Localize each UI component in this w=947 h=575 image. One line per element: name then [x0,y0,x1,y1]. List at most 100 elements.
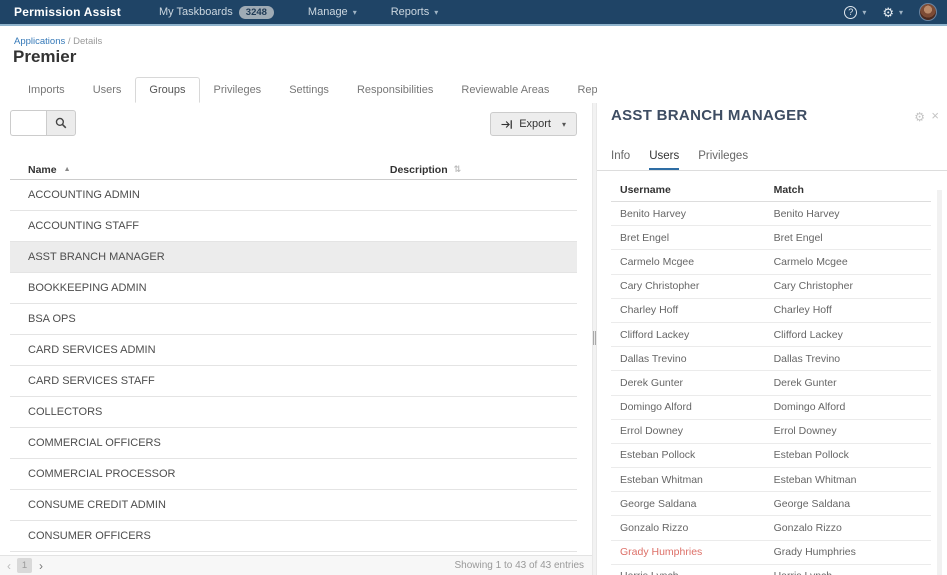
match-cell: Carmelo Mcgee [773,255,848,268]
table-row[interactable]: Clifford Lackey Clifford Lackey [611,323,931,348]
group-users-table: Username Match Benito Harvey Benito Harve… [611,179,931,575]
panel-tab-users[interactable]: Users [649,150,680,171]
top-nav-label: Manage [307,6,348,18]
search-button[interactable] [46,110,76,136]
table-row[interactable]: BSA OPS [10,304,577,335]
table-row[interactable]: CARD SERVICES ADMIN [10,335,577,366]
username-cell: Benito Harvey [620,207,686,220]
group-name-cell: CARD SERVICES ADMIN [28,344,156,356]
user-avatar[interactable] [919,3,937,21]
top-navigation-bar: Permission Assist My Taskboards 3248 Manag… [0,0,947,26]
table-row[interactable]: CARD SERVICES STAFF [10,366,577,397]
group-detail-panel: ASST BRANCH MANAGER ⚙ × Info Users Privile… [597,26,947,575]
table-row[interactable]: CONSUMER OFFICERS [10,521,577,552]
table-row[interactable]: Derek Gunter Derek Gunter [611,371,931,396]
pagination-page-1-button[interactable]: 1 [17,558,32,573]
top-nav-item-manage[interactable]: Manage ▾ [308,6,357,18]
table-row[interactable]: COLLECTORS [10,397,577,428]
help-menu-button[interactable]: ? ▾ [844,5,867,19]
brand-logo: Permission Assist [14,5,121,19]
username-cell: Harris Lynch [611,570,765,575]
table-row[interactable]: Gonzalo Rizzo Gonzalo Rizzo [611,516,931,541]
table-row[interactable]: Grady Humphries Grady Humphries [611,541,931,565]
groups-table-footer: ‹ 1 › Showing 1 to 43 of 43 entries [0,555,592,575]
table-row[interactable]: Esteban Pollock Esteban Pollock [611,444,931,469]
pagination-next-button[interactable]: › [39,559,43,573]
column-header-name[interactable]: Name ▲ [10,164,390,176]
gear-icon: ⚙ [882,4,894,20]
table-row[interactable]: BOOKKEEPING ADMIN [10,273,577,304]
chevron-down-icon: ▾ [561,119,566,129]
match-cell: Derek Gunter [773,376,837,389]
table-row[interactable]: Carmelo Mcgee Carmelo Mcgee [611,250,931,275]
table-row[interactable]: Harris LynchHarris Lynch [611,565,931,575]
table-row[interactable]: COMMERCIAL PROCESSOR [10,459,577,490]
users-table-header: Username Match [611,179,931,202]
panel-close-button[interactable]: × [931,108,939,123]
settings-menu-button[interactable]: ⚙ ▾ [882,6,903,19]
table-row[interactable]: Dallas Trevino Dallas Trevino [611,347,931,372]
top-nav-label: My Taskboards [159,6,233,18]
chevron-left-icon: ‹ [7,558,11,573]
username-cell: Clifford Lackey [620,328,690,341]
chevron-down-icon: ▾ [862,7,867,17]
chevron-down-icon: ▾ [898,7,903,17]
panel-settings-button[interactable]: ⚙ [914,110,925,124]
column-header-description[interactable]: Description ⇅ [390,164,577,176]
group-name-cell: CONSUME CREDIT ADMIN [28,499,166,511]
table-row[interactable]: Benito Harvey Benito Harvey [611,202,931,227]
table-row[interactable]: Errol Downey Errol Downey [611,420,931,444]
group-name-cell: BSA OPS [28,313,76,325]
table-row[interactable]: CONSUME CREDIT ADMIN [10,490,577,521]
match-cell: Bret Engel [773,231,823,244]
group-name-cell: BOOKKEEPING ADMIN [28,282,147,294]
panel-tab-info[interactable]: Info [611,150,630,171]
users-table-body: Benito Harvey Benito Harvey Bret Engel Bret… [611,202,931,575]
groups-table: Name ▲ Description ⇅ ACCOUNTING ADMIN ACC… [10,160,577,552]
match-cell: Harris Lynch [765,570,931,575]
match-cell: Clifford Lackey [773,328,843,341]
pagination-prev-button[interactable]: ‹ [7,559,11,573]
table-row[interactable]: ACCOUNTING STAFF [10,211,577,242]
match-cell: Dallas Trevino [773,352,841,365]
username-cell: Bret Engel [620,231,670,244]
panel-tabs-divider [597,170,947,171]
username-cell: Esteban Pollock [620,449,696,462]
panel-scrollbar[interactable] [937,190,942,575]
group-name-cell: COMMERCIAL OFFICERS [28,437,161,449]
export-button[interactable]: Export ▾ [490,112,577,136]
username-cell: Derek Gunter [620,376,684,389]
table-row[interactable]: Charley Hoff Charley Hoff [611,299,931,323]
panel-tab-privileges[interactable]: Privileges [698,150,748,171]
group-name-cell: COMMERCIAL PROCESSOR [28,468,176,480]
top-nav: My Taskboards 3248 Manage ▾ Reports ▾ [159,5,472,19]
chevron-down-icon: ▾ [352,7,357,17]
match-cell: Errol Downey [773,425,837,438]
table-row[interactable]: Esteban Whitman Esteban Whitman [611,468,931,493]
match-cell: Domingo Alford [773,401,846,414]
top-nav-item-my-taskboards[interactable]: My Taskboards 3248 [159,5,274,19]
table-row[interactable]: Domingo Alford Domingo Alford [611,396,931,420]
table-row[interactable]: Bret Engel Bret Engel [611,226,931,251]
app-window: Permission Assist My Taskboards 3248 Manag… [0,0,947,575]
match-cell: Grady Humphries [773,546,856,559]
group-name-cell: COLLECTORS [28,406,103,418]
detail-panel-title: ASST BRANCH MANAGER [611,107,808,124]
table-row[interactable]: ACCOUNTING ADMIN [10,180,577,211]
group-name-cell: ACCOUNTING ADMIN [28,189,140,201]
match-cell: George Saldana [773,497,851,510]
table-row[interactable]: George Saldana George Saldana [611,492,931,517]
gear-icon: ⚙ [914,110,925,124]
taskboards-count-badge: 3248 [238,5,274,19]
search-input[interactable] [10,110,46,136]
match-cell: Esteban Pollock [773,449,849,462]
column-header-description-label: Description [389,163,448,176]
column-header-name-label: Name [28,163,57,176]
table-row[interactable]: ASST BRANCH MANAGER [10,242,577,273]
chevron-down-icon: ▾ [434,7,439,17]
top-nav-item-reports[interactable]: Reports ▾ [391,6,439,18]
groups-table-header: Name ▲ Description ⇅ [10,160,577,180]
table-row[interactable]: Cary Christopher Cary Christopher [611,275,931,299]
match-cell: Gonzalo Rizzo [773,522,842,535]
table-row[interactable]: COMMERCIAL OFFICERS [10,428,577,459]
